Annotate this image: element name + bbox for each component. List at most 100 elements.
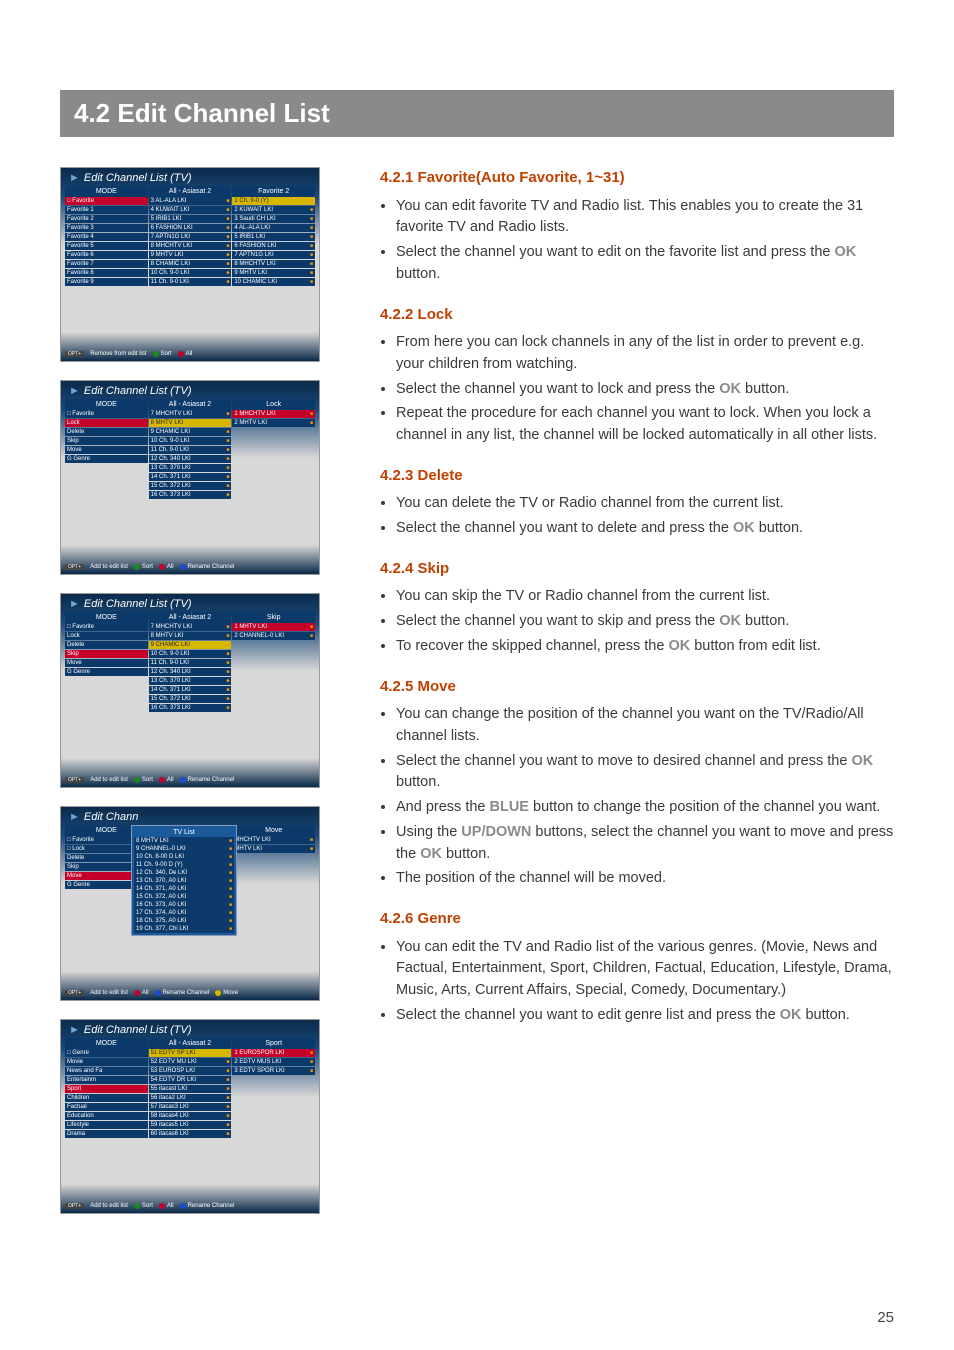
channel-item[interactable]: 7 APTN1G LKI■ [149,233,232,241]
list-item[interactable]: 1 Ch. 9-0 (Y)■ [232,197,315,205]
channel-item[interactable]: 18 Ch. 375, A0 LKI■ [134,917,234,925]
mode-item[interactable]: Entertainm [65,1076,148,1084]
mode-item[interactable]: Lock [65,632,148,640]
mode-item[interactable]: Delete [65,641,148,649]
mode-item[interactable]: Move [65,659,148,667]
list-item[interactable]: 1 MHCHTV LKI■ [232,410,315,418]
list-item[interactable]: 8 MHCHTV LKI■ [232,260,315,268]
channel-item[interactable]: 8 CHAMIC LKI■ [149,260,232,268]
mode-item[interactable]: Favorite 6 [65,251,148,259]
channel-item[interactable]: 10 Ch. 9-0 LKI■ [149,269,232,277]
list-item[interactable]: MHCHTV LKI■ [232,836,315,844]
channel-item[interactable]: 11 Ch. 9-0 LKI■ [149,446,232,454]
mode-item[interactable]: Children [65,1094,148,1102]
mode-item[interactable]: Favorite 1 [65,206,148,214]
channel-item[interactable]: 6 FASHION LKI■ [149,224,232,232]
list-item[interactable]: 2 KUWAIT LKI■ [232,206,315,214]
channel-item[interactable]: 16 Ch. 373 LKI■ [149,704,232,712]
mode-item[interactable]: Favorite 9 [65,278,148,286]
mode-item[interactable]: □ Genre [65,1049,148,1057]
channel-item[interactable]: 60 itacas6 LKI■ [149,1130,232,1138]
mode-item[interactable]: News and Fa [65,1067,148,1075]
mode-item[interactable]: Lock [65,419,148,427]
channel-item[interactable]: 15 Ch. 372 LKI■ [149,695,232,703]
channel-item[interactable]: 16 Ch. 373 LKI■ [149,491,232,499]
list-item[interactable]: 6 FASHION LKI■ [232,242,315,250]
channel-item[interactable]: 14 Ch. 371 LKI■ [149,686,232,694]
mode-item[interactable]: Favorite 8 [65,269,148,277]
mode-item[interactable]: G Genre [65,668,148,676]
mode-item[interactable]: Delete [65,428,148,436]
channel-item[interactable]: 11 Ch. 9-0 LKI■ [149,659,232,667]
channel-item[interactable]: 51 EDTV SP LKI■ [149,1049,232,1057]
channel-item[interactable]: 54 EDTV DR LKI■ [149,1076,232,1084]
list-item[interactable]: 5 IRIB1 LKI■ [232,233,315,241]
list-item[interactable]: 3 Saudi CH LKI■ [232,215,315,223]
channel-item[interactable]: 7 MHCHTV LKI■ [149,623,232,631]
mode-item[interactable]: Favorite 7 [65,260,148,268]
channel-item[interactable]: 4 KUWAIT LKI■ [149,206,232,214]
channel-item[interactable]: 57 itacas3 LKI■ [149,1103,232,1111]
mode-item[interactable]: Factual [65,1103,148,1111]
channel-item[interactable]: 10 Ch. 9-0 LKI■ [149,437,232,445]
channel-item[interactable]: 9 CHAMIC LKI■ [149,641,232,649]
channel-item[interactable]: 12 Ch. 340 LKI■ [149,668,232,676]
mode-item[interactable]: Education [65,1112,148,1120]
mode-item[interactable]: Lifestyle [65,1121,148,1129]
list-item[interactable]: 2 MHTV LKI■ [232,419,315,427]
list-item[interactable]: 3 EDTV SPOR LKI■ [232,1067,315,1075]
channel-item[interactable]: 17 Ch. 374, A0 LKI■ [134,909,234,917]
list-item[interactable]: 7 APTN1G LKI■ [232,251,315,259]
list-item[interactable]: 1 MHTV LKI■ [232,623,315,631]
mode-item[interactable]: Favorite 3 [65,224,148,232]
list-item[interactable]: 1 EUROSPOR LKI■ [232,1049,315,1057]
channel-item[interactable]: 13 Ch. 370 LKI■ [149,677,232,685]
channel-item[interactable]: 10 Ch. 8-00 D LKI■ [134,853,234,861]
list-item[interactable]: 9 MHTV LKI■ [232,269,315,277]
channel-item[interactable]: 3 AL-ALA LKI■ [149,197,232,205]
channel-item[interactable]: 10 Ch. 9-0 LKI■ [149,650,232,658]
channel-item[interactable]: 5 IRIB1 LKI■ [149,215,232,223]
channel-item[interactable]: 14 Ch. 371, A0 LKI■ [134,885,234,893]
channel-item[interactable]: 19 Ch. 377, Chi LKI■ [134,925,234,933]
mode-item[interactable]: Favorite 4 [65,233,148,241]
channel-item[interactable]: 8 MHTV LKI■ [134,837,234,845]
list-item[interactable]: 2 EDTV MUS LKI■ [232,1058,315,1066]
list-item[interactable]: 2 CHANNEL-0 LKI■ [232,632,315,640]
channel-item[interactable]: 53 EUROSP LKI■ [149,1067,232,1075]
channel-item[interactable]: 11 Ch. 9-0 LKI■ [149,278,232,286]
channel-item[interactable]: 9 MHTV LKI■ [149,251,232,259]
channel-item[interactable]: 58 itacas4 LKI■ [149,1112,232,1120]
channel-item[interactable]: 16 Ch. 373, A0 LKI■ [134,901,234,909]
channel-item[interactable]: 15 Ch. 372 LKI■ [149,482,232,490]
channel-item[interactable]: 55 itacast LKI■ [149,1085,232,1093]
channel-item[interactable]: 13 Ch. 370 LKI■ [149,464,232,472]
channel-item[interactable]: 12 Ch. 340, De LKI■ [134,869,234,877]
channel-item[interactable]: 59 itacas5 LKI■ [149,1121,232,1129]
channel-item[interactable]: 8 MHCHTV LKI■ [149,242,232,250]
channel-item[interactable]: 8 MHTV LKI■ [149,419,232,427]
channel-item[interactable]: 15 Ch. 372, A0 LKI■ [134,893,234,901]
mode-item[interactable]: Sport [65,1085,148,1093]
list-item[interactable]: 10 CHAMIC LKI■ [232,278,315,286]
channel-item[interactable]: 9 CHANNEL-0 LKI■ [134,845,234,853]
mode-item[interactable]: Movie [65,1058,148,1066]
channel-item[interactable]: 56 itaca2 LKI■ [149,1094,232,1102]
mode-item[interactable]: □ Favorite [65,410,148,418]
channel-item[interactable]: 13 Ch. 370, A0 LKI■ [134,877,234,885]
channel-item[interactable]: 11 Ch. 9-00 D (Y)■ [134,861,234,869]
list-item[interactable]: MHTV LKI■ [232,845,315,853]
mode-item[interactable]: Favorite 2 [65,215,148,223]
mode-item[interactable]: Skip [65,437,148,445]
list-item[interactable]: 4 AL-ALA LKI■ [232,224,315,232]
channel-item[interactable]: 9 CHAMIC LKI■ [149,428,232,436]
channel-item[interactable]: 14 Ch. 371 LKI■ [149,473,232,481]
mode-item[interactable]: Favorite 5 [65,242,148,250]
mode-item[interactable]: Drama [65,1130,148,1138]
mode-item[interactable]: Skip [65,650,148,658]
channel-item[interactable]: 52 EDTV MU LKI■ [149,1058,232,1066]
mode-item[interactable]: G Genre [65,455,148,463]
channel-item[interactable]: 7 MHCHTV LKI■ [149,410,232,418]
mode-item[interactable]: □ Favorite [65,197,148,205]
mode-item[interactable]: □ Favorite [65,623,148,631]
